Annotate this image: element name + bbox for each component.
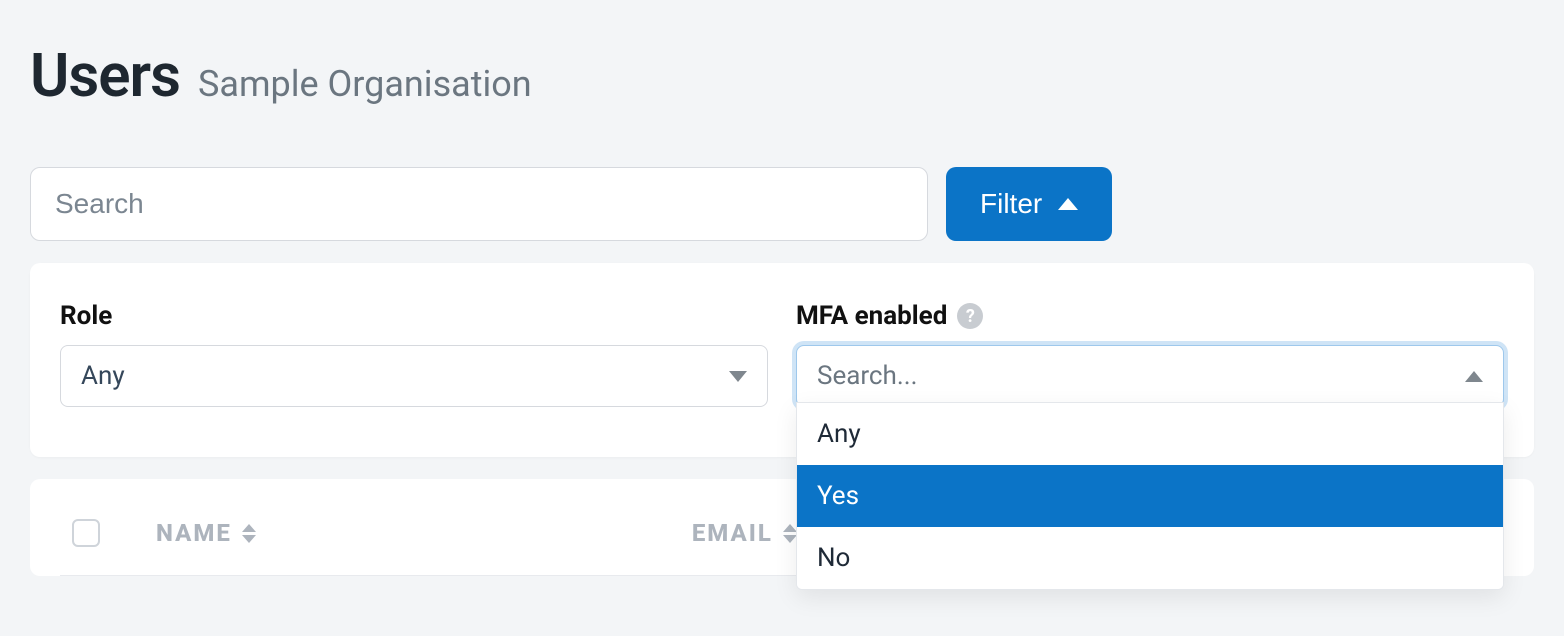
caret-up-icon <box>1058 198 1078 210</box>
filter-role-label: Role <box>60 301 112 331</box>
role-select[interactable]: Any <box>60 345 768 407</box>
filter-button-label: Filter <box>980 188 1042 220</box>
column-email-label: EMAIL <box>692 519 773 547</box>
mfa-option-no[interactable]: No <box>797 527 1503 589</box>
filter-toggle-button[interactable]: Filter <box>946 167 1112 241</box>
page-title: Users <box>30 40 180 111</box>
filter-mfa: MFA enabled ? Search... Any Yes No <box>796 301 1504 407</box>
search-input[interactable] <box>30 167 928 241</box>
mfa-select-placeholder: Search... <box>817 361 917 391</box>
chevron-down-icon <box>729 371 747 382</box>
page-subtitle: Sample Organisation <box>198 63 532 105</box>
chevron-up-icon <box>1465 371 1483 382</box>
filter-role-label-row: Role <box>60 301 768 331</box>
page-header: Users Sample Organisation <box>30 40 1534 111</box>
role-select-value: Any <box>81 361 125 391</box>
mfa-select[interactable]: Search... <box>796 345 1504 407</box>
mfa-dropdown: Any Yes No <box>796 402 1504 590</box>
users-page: Users Sample Organisation Filter Role An… <box>0 0 1564 576</box>
sort-icon <box>783 524 797 543</box>
column-name-label: NAME <box>156 519 232 547</box>
mfa-option-any[interactable]: Any <box>797 403 1503 465</box>
help-icon[interactable]: ? <box>957 303 983 329</box>
search-row: Filter <box>30 167 1534 241</box>
filter-role: Role Any <box>60 301 768 407</box>
select-all-checkbox[interactable] <box>72 519 100 547</box>
filter-mfa-label-row: MFA enabled ? <box>796 301 1504 331</box>
sort-icon <box>242 524 256 543</box>
filter-mfa-label: MFA enabled <box>796 301 947 331</box>
column-header-name[interactable]: NAME <box>156 519 256 547</box>
mfa-option-yes[interactable]: Yes <box>797 465 1503 527</box>
filter-panel: Role Any MFA enabled ? Search... Any Yes… <box>30 263 1534 457</box>
column-header-email[interactable]: EMAIL <box>692 519 797 547</box>
